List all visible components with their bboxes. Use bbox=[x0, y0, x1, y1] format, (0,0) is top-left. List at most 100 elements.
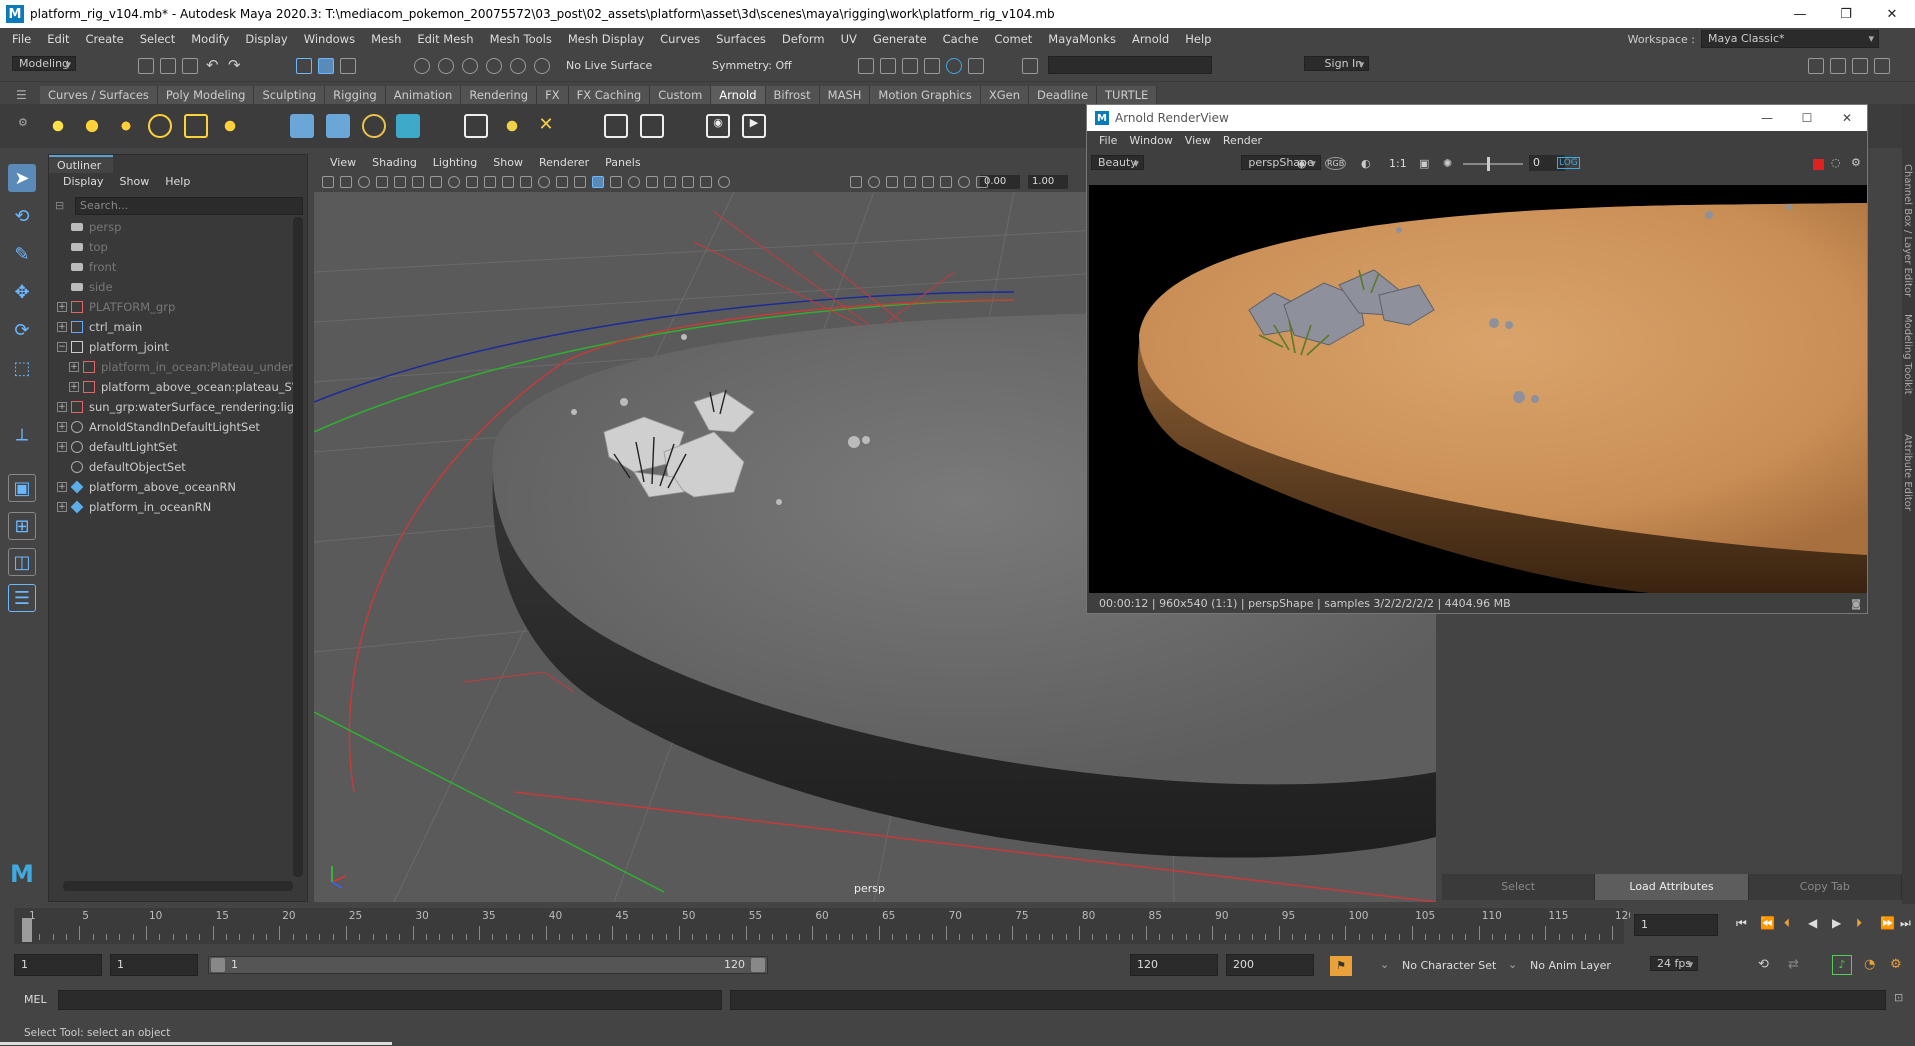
range-end-handle[interactable] bbox=[751, 958, 765, 972]
menu-help[interactable]: Help bbox=[1177, 32, 1219, 46]
side-tab-attribute-editor[interactable]: Attribute Editor bbox=[1902, 434, 1913, 511]
new-scene-icon[interactable] bbox=[138, 58, 154, 74]
viewport-tool-icon[interactable] bbox=[958, 176, 970, 188]
viewport-menu-view[interactable]: View bbox=[322, 154, 364, 172]
viewport-tool-icon[interactable] bbox=[466, 176, 478, 188]
expand-icon[interactable]: + bbox=[57, 322, 67, 332]
current-time-indicator[interactable] bbox=[22, 918, 32, 942]
viewport-tool-icon[interactable] bbox=[718, 176, 730, 188]
viewport-tool-icon[interactable] bbox=[556, 176, 568, 188]
menu-uv[interactable]: UV bbox=[833, 32, 865, 46]
menu-cache[interactable]: Cache bbox=[935, 32, 987, 46]
shelf-tab-custom[interactable]: Custom bbox=[650, 86, 712, 104]
menu-select[interactable]: Select bbox=[132, 32, 183, 46]
toggle-attribute-editor-icon[interactable] bbox=[1830, 58, 1846, 74]
shelf-tab-rigging[interactable]: Rigging bbox=[325, 86, 386, 104]
snap-surface-icon[interactable] bbox=[510, 58, 526, 74]
command-language-label[interactable]: MEL bbox=[24, 993, 47, 1006]
play-forwards-icon[interactable]: ▶ bbox=[1832, 916, 1841, 930]
ratio-label[interactable]: 1:1 bbox=[1389, 157, 1407, 170]
renderview-maximize-button[interactable]: ☐ bbox=[1787, 105, 1827, 131]
scale-tool-icon[interactable]: ⬚ bbox=[8, 354, 36, 382]
menu-mesh-display[interactable]: Mesh Display bbox=[560, 32, 652, 46]
menu-modify[interactable]: Modify bbox=[183, 32, 237, 46]
menuset-dropdown[interactable]: Modeling bbox=[12, 56, 77, 71]
stop-render-icon[interactable] bbox=[1813, 159, 1824, 170]
shelf-tab-rendering[interactable]: Rendering bbox=[461, 86, 538, 104]
viewport-tool-icon[interactable] bbox=[628, 176, 640, 188]
outliner-vertical-scrollbar[interactable] bbox=[293, 217, 303, 877]
expand-icon[interactable]: + bbox=[57, 502, 67, 512]
side-tab-channel-box-layer-editor[interactable]: Channel Box / Layer Editor bbox=[1902, 164, 1913, 297]
collapse-icon[interactable]: − bbox=[57, 342, 67, 352]
viewport-tool-icon[interactable] bbox=[850, 176, 862, 188]
menu-mesh-tools[interactable]: Mesh Tools bbox=[482, 32, 560, 46]
sound-icon[interactable]: ♪ bbox=[1832, 955, 1852, 975]
shelf-tab-animation[interactable]: Animation bbox=[385, 86, 462, 104]
current-frame-field[interactable]: 1 bbox=[1634, 914, 1718, 936]
sidebar-toggle-icon[interactable] bbox=[1022, 58, 1038, 74]
playback-end-field[interactable]: 120 bbox=[1130, 954, 1218, 976]
render-play-icon[interactable]: ▶ bbox=[742, 114, 766, 138]
outliner-menu-show[interactable]: Show bbox=[112, 173, 158, 191]
time-slider[interactable]: 1 5 10 15 20 25 30 35 40 45 50 55 60 65 70 75 80 85 90 95 10… bbox=[14, 908, 1635, 944]
single-perspective-layout-icon[interactable]: ▣ bbox=[8, 474, 36, 502]
outliner-tab[interactable]: Outliner bbox=[49, 155, 113, 173]
outliner-menu-help[interactable]: Help bbox=[157, 173, 198, 191]
two-pane-layout-icon[interactable]: ◫ bbox=[8, 548, 36, 576]
shelf-tab-bifrost[interactable]: Bifrost bbox=[765, 86, 820, 104]
open-scene-icon[interactable] bbox=[160, 58, 176, 74]
step-back-key-icon[interactable]: ⏴ bbox=[1784, 916, 1790, 931]
arnold-render-icon[interactable] bbox=[946, 58, 962, 74]
renderview-menu-view[interactable]: View bbox=[1179, 131, 1217, 151]
outliner-search-input[interactable]: Search... bbox=[75, 197, 303, 215]
outliner-item[interactable]: side bbox=[49, 277, 295, 297]
light-portal-icon[interactable] bbox=[184, 114, 208, 138]
menu-edit-mesh[interactable]: Edit Mesh bbox=[409, 32, 481, 46]
exposure-icon[interactable]: ✺ bbox=[1443, 157, 1452, 170]
ipr-render-icon[interactable] bbox=[880, 58, 896, 74]
area-light-icon[interactable] bbox=[46, 114, 70, 138]
copy-tab-button[interactable]: Copy Tab bbox=[1748, 874, 1902, 900]
snap-vertex-icon[interactable] bbox=[534, 58, 550, 74]
four-view-layout-icon[interactable]: ⊞ bbox=[8, 512, 36, 540]
script-editor-icon[interactable]: ⊡ bbox=[1894, 991, 1903, 1004]
render-view-icon[interactable]: ◉ bbox=[706, 114, 730, 138]
animation-end-field[interactable]: 200 bbox=[1226, 954, 1314, 976]
load-attributes-button[interactable]: Load Attributes bbox=[1595, 874, 1749, 900]
skydome-light-icon[interactable] bbox=[148, 114, 172, 138]
light-manager-icon[interactable] bbox=[500, 114, 524, 138]
far-clip-field[interactable]: 1.00 bbox=[1028, 175, 1068, 189]
viewport-tool-icon[interactable] bbox=[904, 176, 916, 188]
outliner-item[interactable]: + sun_grp:waterSurface_rendering:ligh bbox=[49, 397, 295, 417]
outliner-horizontal-scrollbar[interactable] bbox=[63, 881, 293, 891]
rotate-tool-icon[interactable]: ⟳ bbox=[8, 316, 36, 344]
expand-icon[interactable]: + bbox=[69, 362, 79, 372]
lasso-tool-icon[interactable]: ⟲ bbox=[8, 202, 36, 230]
menu-mesh[interactable]: Mesh bbox=[363, 32, 409, 46]
select-hierarchy-icon[interactable] bbox=[296, 58, 312, 74]
volume-icon[interactable] bbox=[326, 114, 350, 138]
hypershade-icon[interactable] bbox=[924, 58, 940, 74]
viewport-tool-icon[interactable] bbox=[430, 176, 442, 188]
command-input[interactable] bbox=[58, 990, 722, 1010]
renderview-minimize-button[interactable]: — bbox=[1747, 105, 1787, 131]
loop-icon[interactable]: ⟲ bbox=[1758, 957, 1769, 972]
render-image[interactable] bbox=[1089, 185, 1867, 593]
animation-prefs-icon[interactable]: ◔ bbox=[1864, 957, 1875, 972]
input-line-field[interactable] bbox=[1048, 56, 1212, 74]
menu-surfaces[interactable]: Surfaces bbox=[708, 32, 774, 46]
camera-dropdown[interactable]: perspShape bbox=[1241, 155, 1321, 170]
snap-view-icon[interactable] bbox=[486, 58, 502, 74]
fps-dropdown[interactable]: 24 fps bbox=[1650, 956, 1699, 971]
menu-display[interactable]: Display bbox=[237, 32, 295, 46]
expand-icon[interactable]: + bbox=[57, 482, 67, 492]
character-set-menu-icon[interactable]: ⌄ bbox=[1380, 958, 1389, 971]
shelf-tab-fx-caching[interactable]: FX Caching bbox=[568, 86, 651, 104]
menu-comet[interactable]: Comet bbox=[986, 32, 1040, 46]
pause-render-icon[interactable] bbox=[968, 58, 984, 74]
viewport-tool-icon[interactable] bbox=[358, 176, 370, 188]
go-to-start-icon[interactable]: ⏮ bbox=[1736, 916, 1747, 931]
range-start-handle[interactable] bbox=[211, 958, 225, 972]
symmetry-label[interactable]: Symmetry: Off bbox=[712, 59, 792, 72]
